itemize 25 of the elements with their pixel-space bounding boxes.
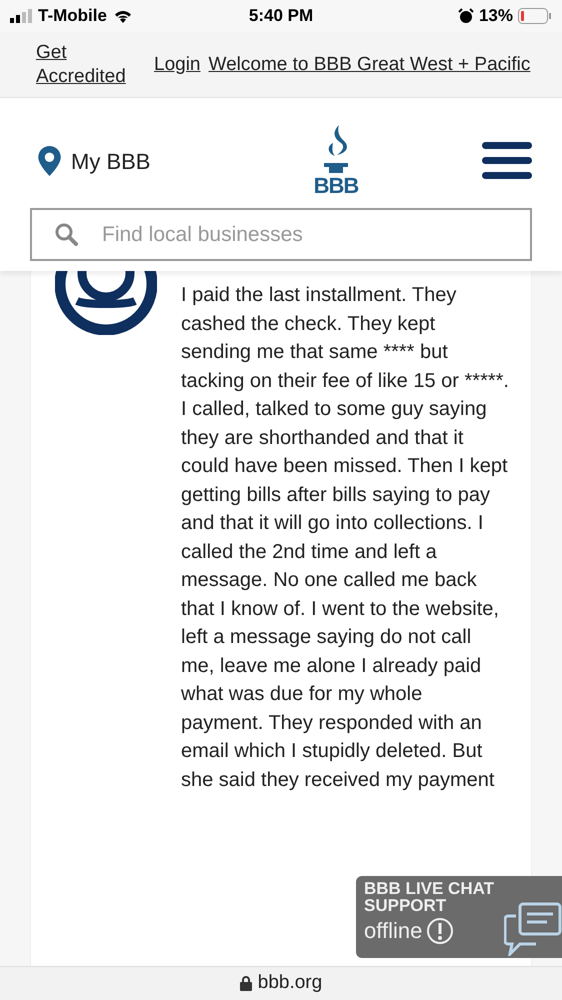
lock-icon — [240, 976, 252, 991]
chat-bubbles-icon — [504, 902, 562, 956]
avatar-icon — [55, 271, 157, 335]
my-bbb-link[interactable]: My BBB — [71, 144, 150, 178]
search-field[interactable]: Find local businesses — [30, 208, 532, 261]
bbb-logo[interactable]: BBB — [314, 125, 358, 197]
chat-title: BBB LIVE CHAT SUPPORT — [364, 880, 496, 914]
clock-time: 5:40 PM — [248, 5, 314, 28]
carrier-name: T-Mobile — [38, 5, 107, 28]
menu-icon[interactable] — [482, 142, 532, 180]
review-text: I paid the last installment. They cashed the check. They kept sending me that same **** but tacking on their fee of like 15 or *****. I called, talked to some guy saying they are shorthanded and that it could have been missed. Then I kept getting bills after bills saying to pay and that it will go into collections. I called the 2nd time and left a message. No one called me back that I know of. I went to the website, left a message saying do not call me, leave me alone I already paid what was due for my whole payment. They responded with an email which I stupidly deleted. But she said they received my payment — [181, 283, 509, 792]
wifi-icon — [112, 9, 133, 23]
chat-status: offline — [364, 917, 422, 945]
login-link[interactable]: Login — [154, 52, 200, 76]
get-accredited-link[interactable]: Get Accredited — [36, 40, 146, 88]
battery-percent: 13% — [478, 5, 513, 28]
signal-icon — [10, 9, 32, 23]
search-icon — [54, 222, 78, 246]
alert-icon — [426, 916, 454, 944]
welcome-link[interactable]: Welcome to BBB Great West + Pacific — [208, 52, 532, 76]
battery-icon — [518, 8, 552, 24]
alarm-icon — [458, 8, 474, 24]
url-domain[interactable]: bbb.org — [258, 969, 322, 998]
live-chat-widget[interactable]: BBB LIVE CHAT SUPPORT offline — [356, 876, 562, 958]
location-pin-icon — [38, 146, 61, 176]
